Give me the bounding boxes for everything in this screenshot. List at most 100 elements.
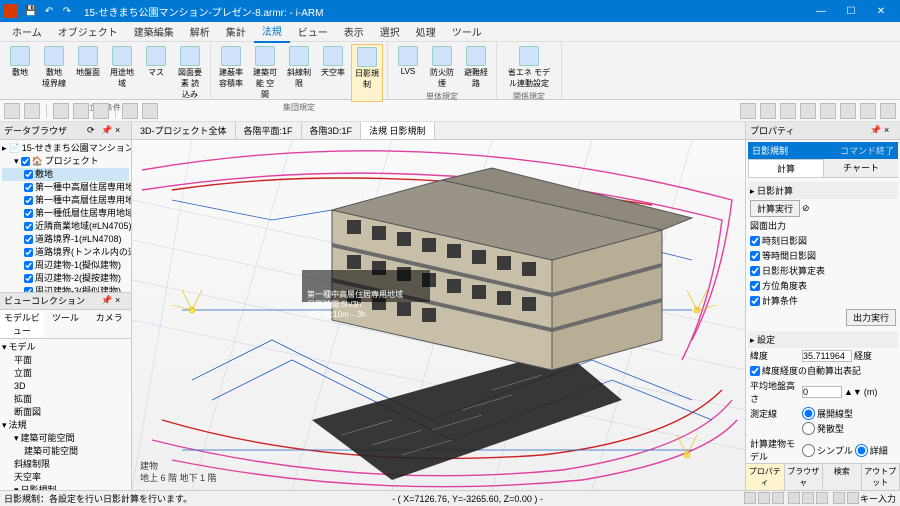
rb-energy[interactable]: 省エネ モデル連動設定 xyxy=(501,44,557,91)
meas-radio-1[interactable] xyxy=(802,407,815,420)
tab-process[interactable]: 処理 xyxy=(408,21,444,42)
tab-object[interactable]: オブジェクト xyxy=(50,21,126,42)
tool-strip xyxy=(0,100,900,122)
ts-icon[interactable] xyxy=(880,103,896,119)
maximize-button[interactable]: ☐ xyxy=(836,0,866,22)
qat-undo-icon[interactable]: ↶ xyxy=(42,4,56,18)
rtab-browser[interactable]: ブラウザャ xyxy=(785,464,824,490)
model-radio-2[interactable] xyxy=(855,444,868,457)
view-collection-header: ビューコレクション 📌× xyxy=(0,292,131,310)
ts-icon[interactable] xyxy=(840,103,856,119)
chk-out-3[interactable] xyxy=(750,281,760,291)
ts-icon[interactable] xyxy=(760,103,776,119)
vp-tab-3df[interactable]: 各階3D:1F xyxy=(302,122,362,139)
vp-tab-shadow[interactable]: 法規 日影規制 xyxy=(361,122,435,139)
rb-lvs[interactable]: LVS xyxy=(392,44,424,91)
ts-icon[interactable] xyxy=(73,103,89,119)
calc-run-button[interactable]: 計算実行 xyxy=(750,200,800,217)
viewport[interactable]: 3D-プロジェクト全体 各階平面:1F 各階3D:1F 法規 日影規制 xyxy=(132,122,745,490)
stop-icon[interactable]: ⊘ xyxy=(802,203,810,214)
output-run-button[interactable]: 出力実行 xyxy=(846,309,896,326)
close-icon[interactable]: × xyxy=(884,125,896,137)
rb-site[interactable]: 敷地 xyxy=(4,44,36,102)
prop-heading: 日影規制 xyxy=(752,144,788,157)
canvas-3d[interactable]: 第一種中高層住居専用地域 日影時間:5h/3h 測定面:10m→3h xyxy=(132,140,745,490)
vp-tab-3d[interactable]: 3D-プロジェクト全体 xyxy=(132,122,236,139)
pin-icon[interactable]: 📌 xyxy=(870,125,882,137)
avg-input[interactable] xyxy=(802,386,842,398)
model-radio-1[interactable] xyxy=(802,444,815,457)
vc-tab-tool[interactable]: ツール xyxy=(44,310,88,338)
properties-panel: プロパティ📌× 日影規制コマンド終了 計算 チャート ▸ 日影計算 計算実行 ⊘… xyxy=(745,122,900,490)
chk-out-1[interactable] xyxy=(750,251,760,261)
viewport-tabs: 3D-プロジェクト全体 各階平面:1F 各階3D:1F 法規 日影規制 xyxy=(132,122,745,140)
rtab-prop[interactable]: プロパティ xyxy=(746,464,785,490)
tab-tally[interactable]: 集計 xyxy=(218,21,254,42)
rb-bcr[interactable]: 建蔽率 容積率 xyxy=(215,44,247,102)
chk-out-4[interactable] xyxy=(750,296,760,306)
close-button[interactable]: ✕ xyxy=(866,0,896,22)
meas-radio-2[interactable] xyxy=(802,422,815,435)
rg-label-2: 単体規定 xyxy=(392,91,492,102)
ts-icon[interactable] xyxy=(93,103,109,119)
ts-icon[interactable] xyxy=(53,103,69,119)
lat-input[interactable] xyxy=(802,350,852,362)
rb-sky[interactable]: 天空率 xyxy=(317,44,349,102)
close-icon[interactable]: × xyxy=(115,125,127,137)
rb-fire[interactable]: 防火防煙 xyxy=(426,44,458,91)
tab-analysis[interactable]: 解析 xyxy=(182,21,218,42)
data-browser-header: データブラウザ ⟳📌× xyxy=(0,122,131,140)
rb-import[interactable]: 図面要素 読込み xyxy=(174,44,206,102)
vc-tab-model[interactable]: モデルビュー xyxy=(0,310,44,338)
ts-icon[interactable] xyxy=(122,103,138,119)
rb-buildable[interactable]: 建築可能 空間 xyxy=(249,44,281,102)
rg-label-1: 集団規定 xyxy=(215,102,383,113)
ts-icon[interactable] xyxy=(780,103,796,119)
chk-out-2[interactable] xyxy=(750,266,760,276)
ts-icon[interactable] xyxy=(142,103,158,119)
qat-save-icon[interactable]: 💾 xyxy=(24,4,38,18)
pin-icon[interactable]: 📌 xyxy=(101,295,113,307)
rg-label-3: 関係規定 xyxy=(501,91,557,102)
qat-redo-icon[interactable]: ↷ xyxy=(60,4,74,18)
tab-home[interactable]: ホーム xyxy=(4,21,50,42)
ts-icon[interactable] xyxy=(800,103,816,119)
rb-slant[interactable]: 斜線制限 xyxy=(283,44,315,102)
view-collection-tree[interactable]: ▾モデル 平面 立面 3D 拡面 断面図 ▾法規 ▾建築可能空間 建築可能空間 … xyxy=(0,339,131,491)
command-end-link[interactable]: コマンド終了 xyxy=(840,144,894,157)
rb-mass[interactable]: マス xyxy=(140,44,172,102)
minimize-button[interactable]: — xyxy=(806,0,836,22)
close-icon[interactable]: × xyxy=(115,295,127,307)
ts-icon[interactable] xyxy=(4,103,20,119)
prop-tab-calc[interactable]: 計算 xyxy=(748,159,824,177)
tab-select[interactable]: 選択 xyxy=(372,21,408,42)
ts-icon[interactable] xyxy=(860,103,876,119)
tab-display[interactable]: 表示 xyxy=(336,21,372,42)
rb-ground[interactable]: 地盤面 xyxy=(72,44,104,102)
window-title: 15-せきまち公園マンション-プレゼン-8.armr: - i-ARM xyxy=(84,4,806,19)
tab-tool[interactable]: ツール xyxy=(444,21,490,42)
data-browser-tree[interactable]: ▸📄15-せきまち公園マンション-プレゼン-8 ▾🏠プロジェクト 敷地 第一種中… xyxy=(0,140,131,292)
refresh-icon[interactable]: ⟳ xyxy=(87,125,99,137)
tab-view[interactable]: ビュー xyxy=(290,21,336,42)
chk-out-0[interactable] xyxy=(750,236,760,246)
tab-houki[interactable]: 法規 xyxy=(254,20,290,43)
status-bar: 日影規制：各設定を行い日影計算を行います。 - ( X=7126.76, Y=-… xyxy=(0,490,900,506)
rtab-output[interactable]: アウトプット xyxy=(862,464,900,490)
vp-tab-plan[interactable]: 各階平面:1F xyxy=(236,122,302,139)
chk-auto[interactable] xyxy=(750,366,760,376)
ts-icon[interactable] xyxy=(24,103,40,119)
ts-icon[interactable] xyxy=(820,103,836,119)
ts-icon[interactable] xyxy=(740,103,756,119)
tab-edit[interactable]: 建築編集 xyxy=(126,21,182,42)
rb-boundary[interactable]: 敷地 境界線 xyxy=(38,44,70,102)
vc-tab-camera[interactable]: カメラ xyxy=(87,310,131,338)
pin-icon[interactable]: 📌 xyxy=(101,125,113,137)
rtab-search[interactable]: 検索 xyxy=(823,464,862,490)
rb-escape[interactable]: 避難経路 xyxy=(460,44,492,91)
left-panels: データブラウザ ⟳📌× ▸📄15-せきまち公園マンション-プレゼン-8 ▾🏠プロ… xyxy=(0,122,132,490)
status-coords: - ( X=7126.76, Y=-3265.60, Z=0.00 ) - xyxy=(192,494,743,504)
rb-zone[interactable]: 用途地域 xyxy=(106,44,138,102)
rb-shadow[interactable]: 日影規制 xyxy=(351,44,383,102)
prop-tab-chart[interactable]: チャート xyxy=(824,159,898,177)
